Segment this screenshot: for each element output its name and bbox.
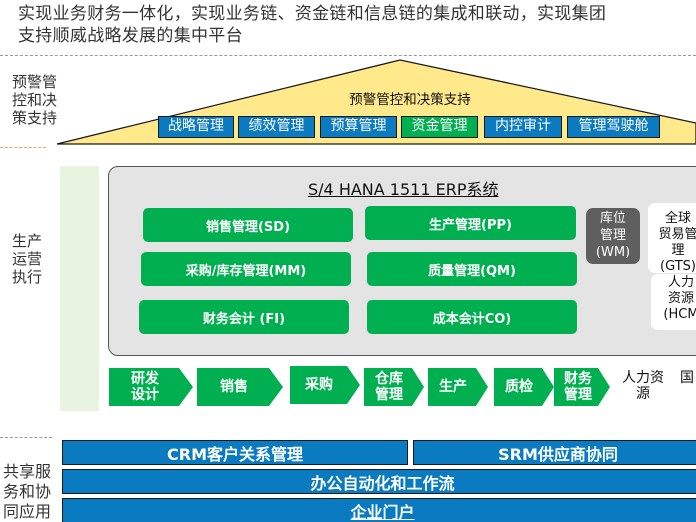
flow-step-qc[interactable]: 质检 (494, 368, 554, 406)
roof-title: 预警管控和决策支持 (349, 92, 471, 108)
module-mm[interactable]: 采购/库存管理(MM) (141, 252, 351, 286)
tab-budget[interactable]: 预算管理 (320, 116, 397, 138)
flow-step-label: 生产 (439, 379, 467, 395)
flow-step-label: 销售 (220, 379, 248, 395)
srm-bar[interactable]: SRM供应商协同 (413, 440, 696, 465)
flow-step-intl[interactable]: 国 (680, 370, 694, 386)
module-sd[interactable]: 销售管理(SD) (143, 208, 353, 242)
tab-performance[interactable]: 绩效管理 (238, 116, 315, 138)
flow-step-label: 财务 管理 (564, 371, 592, 403)
flow-step-finance[interactable]: 财务 管理 (554, 368, 610, 406)
headline: 实现业务财务一体化，实现业务链、资金链和信息链的集成和联动，实现集团 支持顺威战… (18, 3, 606, 47)
divider-top (0, 55, 696, 56)
divider-shared (0, 437, 52, 438)
crm-bar[interactable]: CRM客户关系管理 (62, 440, 408, 465)
oa-workflow-bar[interactable]: 办公自动化和工作流 (62, 469, 696, 494)
module-gts-label: 全球 贸易管 理 (GTS) (658, 211, 696, 274)
divider-decision (0, 147, 46, 148)
module-co[interactable]: 成本会计CO) (367, 300, 577, 334)
flow-step-warehouse[interactable]: 仓库 管理 (364, 368, 424, 406)
flow-step-label: 仓库 管理 (375, 371, 403, 403)
headline-line-1: 实现业务财务一体化，实现业务链、资金链和信息链的集成和联动，实现集团 (18, 4, 607, 24)
module-pp[interactable]: 生产管理(PP) (365, 206, 576, 240)
flow-step-label: 研发 设计 (131, 371, 159, 403)
erp-title: S/4 HANA 1511 ERP系统 (308, 180, 499, 199)
flow-step-hr[interactable]: 人力资 源 (617, 370, 669, 402)
module-hcm[interactable]: 人力 资源 (HCM (651, 274, 696, 330)
flow-step-label: 采购 (305, 377, 333, 393)
flow-step-sales[interactable]: 销售 (197, 368, 283, 406)
section-label-shared: 共享服 务和协 同应用 (3, 462, 52, 521)
tab-strategy[interactable]: 战略管理 (158, 116, 234, 138)
module-fi[interactable]: 财务会计 (FI) (139, 300, 349, 334)
headline-line-2: 支持顺威战略发展的集中平台 (18, 26, 243, 46)
module-qm[interactable]: 质量管理(QM) (367, 252, 577, 286)
enterprise-portal-bar[interactable]: 企业门户 (62, 498, 696, 522)
flow-step-label: 质检 (505, 379, 533, 395)
tab-cockpit[interactable]: 管理驾驶舱 (567, 116, 660, 138)
module-wm[interactable]: 库位 管理 (WM) (586, 208, 640, 264)
flow-step-purchase[interactable]: 采购 (290, 366, 360, 404)
tab-internal-audit[interactable]: 内控审计 (484, 116, 562, 138)
flow-step-production[interactable]: 生产 (428, 368, 488, 406)
section-label-decision: 预警管 控和决 策支持 (12, 73, 58, 127)
module-gts[interactable]: 全球 贸易管 理 (GTS) (648, 203, 696, 274)
flow-step-rnd[interactable]: 研发 设计 (109, 368, 193, 406)
section-label-production: 生产 运营 执行 (12, 232, 43, 286)
tab-treasury[interactable]: 资金管理 (401, 116, 478, 138)
